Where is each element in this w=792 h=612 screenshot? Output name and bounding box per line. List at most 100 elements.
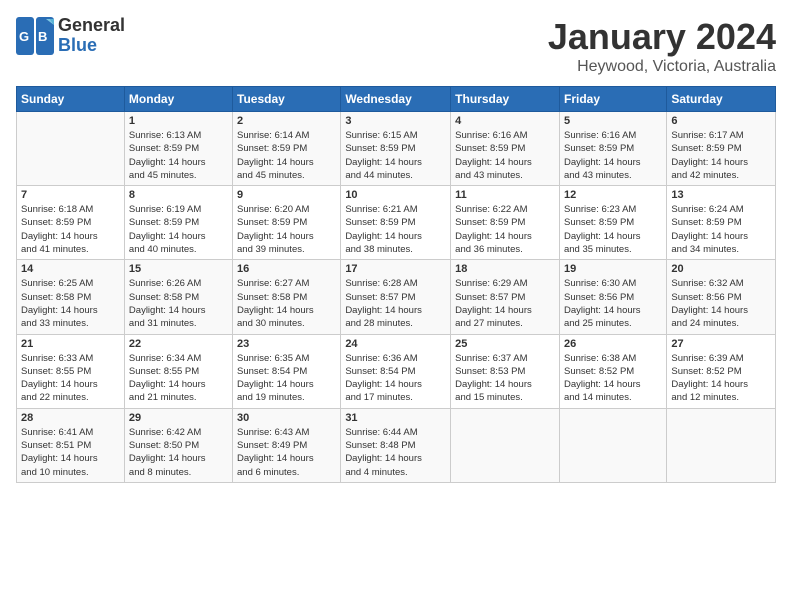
day-number: 22 [129, 338, 228, 350]
table-row: 25 Sunrise: 6:37 AM Sunset: 8:53 PM Dayli… [451, 334, 560, 408]
table-row [559, 408, 666, 482]
table-row: 1 Sunrise: 6:13 AM Sunset: 8:59 PM Daylig… [124, 112, 232, 186]
page-header: G B General Blue January 2024 Heywood, V… [16, 16, 776, 76]
day-info: Sunrise: 6:36 AM Sunset: 8:54 PM Dayligh… [345, 352, 446, 405]
header-thursday: Thursday [451, 87, 560, 112]
table-row: 7 Sunrise: 6:18 AM Sunset: 8:59 PM Daylig… [17, 186, 125, 260]
table-row: 17Sunrise: 6:28 AM Sunset: 8:57 PM Dayli… [341, 260, 451, 334]
calendar-header-row: Sunday Monday Tuesday Wednesday Thursday… [17, 87, 776, 112]
day-number: 15 [129, 263, 228, 275]
table-row: 2 Sunrise: 6:14 AM Sunset: 8:59 PM Daylig… [233, 112, 341, 186]
day-number: 9 [237, 189, 336, 201]
day-number: 1 [129, 115, 228, 127]
table-row: 27Sunrise: 6:39 AM Sunset: 8:52 PM Dayli… [667, 334, 776, 408]
table-row: 19 Sunrise: 6:30 AM Sunset: 8:56 PM Dayli… [559, 260, 666, 334]
day-info: Sunrise: 6:16 AM Sunset: 8:59 PM Dayligh… [564, 129, 662, 182]
day-number: 21 [21, 338, 120, 350]
table-row: 11 Sunrise: 6:22 AM Sunset: 8:59 PM Dayli… [451, 186, 560, 260]
header-friday: Friday [559, 87, 666, 112]
day-number: 8 [129, 189, 228, 201]
table-row: 16Sunrise: 6:27 AM Sunset: 8:58 PM Dayli… [233, 260, 341, 334]
table-row: 14 Sunrise: 6:25 AM Sunset: 8:58 PM Dayli… [17, 260, 125, 334]
day-number: 11 [455, 189, 555, 201]
day-number: 30 [237, 412, 336, 424]
day-info: Sunrise: 6:19 AM Sunset: 8:59 PM Dayligh… [129, 203, 228, 256]
table-row: 22 Sunrise: 6:34 AM Sunset: 8:55 PM Dayli… [124, 334, 232, 408]
day-number: 25 [455, 338, 555, 350]
day-info: Sunrise: 6:21 AM Sunset: 8:59 PM Dayligh… [345, 203, 446, 256]
table-row: 23Sunrise: 6:35 AM Sunset: 8:54 PM Dayli… [233, 334, 341, 408]
day-info: Sunrise: 6:22 AM Sunset: 8:59 PM Dayligh… [455, 203, 555, 256]
calendar-week-row: 28 Sunrise: 6:41 AM Sunset: 8:51 PM Dayli… [17, 408, 776, 482]
table-row: 29 Sunrise: 6:42 AM Sunset: 8:50 PM Dayli… [124, 408, 232, 482]
day-info: Sunrise: 6:35 AM Sunset: 8:54 PM Dayligh… [237, 352, 336, 405]
table-row: 20 Sunrise: 6:32 AM Sunset: 8:56 PM Dayli… [667, 260, 776, 334]
day-info: Sunrise: 6:28 AM Sunset: 8:57 PM Dayligh… [345, 277, 446, 330]
table-row: 31Sunrise: 6:44 AM Sunset: 8:48 PM Dayli… [341, 408, 451, 482]
table-row: 8 Sunrise: 6:19 AM Sunset: 8:59 PM Daylig… [124, 186, 232, 260]
day-number: 31 [345, 412, 446, 424]
day-number: 20 [671, 263, 771, 275]
day-info: Sunrise: 6:34 AM Sunset: 8:55 PM Dayligh… [129, 352, 228, 405]
day-number: 28 [21, 412, 120, 424]
svg-text:G: G [19, 29, 29, 44]
day-info: Sunrise: 6:38 AM Sunset: 8:52 PM Dayligh… [564, 352, 662, 405]
day-number: 14 [21, 263, 120, 275]
day-number: 5 [564, 115, 662, 127]
svg-text:B: B [38, 29, 47, 44]
day-info: Sunrise: 6:30 AM Sunset: 8:56 PM Dayligh… [564, 277, 662, 330]
table-row: 3 Sunrise: 6:15 AM Sunset: 8:59 PM Daylig… [341, 112, 451, 186]
table-row: 13Sunrise: 6:24 AM Sunset: 8:59 PM Dayli… [667, 186, 776, 260]
logo-line2: Blue [58, 36, 125, 56]
day-info: Sunrise: 6:13 AM Sunset: 8:59 PM Dayligh… [129, 129, 228, 182]
day-info: Sunrise: 6:43 AM Sunset: 8:49 PM Dayligh… [237, 426, 336, 479]
table-row [451, 408, 560, 482]
day-info: Sunrise: 6:14 AM Sunset: 8:59 PM Dayligh… [237, 129, 336, 182]
day-number: 6 [671, 115, 771, 127]
title-block: January 2024 Heywood, Victoria, Australi… [548, 16, 776, 76]
day-info: Sunrise: 6:15 AM Sunset: 8:59 PM Dayligh… [345, 129, 446, 182]
table-row: 21 Sunrise: 6:33 AM Sunset: 8:55 PM Dayli… [17, 334, 125, 408]
table-row: 18 Sunrise: 6:29 AM Sunset: 8:57 PM Dayli… [451, 260, 560, 334]
table-row: 28 Sunrise: 6:41 AM Sunset: 8:51 PM Dayli… [17, 408, 125, 482]
day-info: Sunrise: 6:16 AM Sunset: 8:59 PM Dayligh… [455, 129, 555, 182]
day-info: Sunrise: 6:26 AM Sunset: 8:58 PM Dayligh… [129, 277, 228, 330]
table-row [667, 408, 776, 482]
day-info: Sunrise: 6:41 AM Sunset: 8:51 PM Dayligh… [21, 426, 120, 479]
calendar-week-row: 21 Sunrise: 6:33 AM Sunset: 8:55 PM Dayli… [17, 334, 776, 408]
table-row: 30 Sunrise: 6:43 AM Sunset: 8:49 PM Dayli… [233, 408, 341, 482]
page-title: January 2024 [548, 16, 776, 58]
table-row: 15 Sunrise: 6:26 AM Sunset: 8:58 PM Dayli… [124, 260, 232, 334]
day-info: Sunrise: 6:39 AM Sunset: 8:52 PM Dayligh… [671, 352, 771, 405]
day-number: 2 [237, 115, 336, 127]
calendar-week-row: 14 Sunrise: 6:25 AM Sunset: 8:58 PM Dayli… [17, 260, 776, 334]
day-info: Sunrise: 6:29 AM Sunset: 8:57 PM Dayligh… [455, 277, 555, 330]
calendar-table: Sunday Monday Tuesday Wednesday Thursday… [16, 86, 776, 483]
day-info: Sunrise: 6:25 AM Sunset: 8:58 PM Dayligh… [21, 277, 120, 330]
day-info: Sunrise: 6:42 AM Sunset: 8:50 PM Dayligh… [129, 426, 228, 479]
day-number: 16 [237, 263, 336, 275]
page-subtitle: Heywood, Victoria, Australia [548, 58, 776, 76]
header-saturday: Saturday [667, 87, 776, 112]
day-info: Sunrise: 6:18 AM Sunset: 8:59 PM Dayligh… [21, 203, 120, 256]
day-number: 18 [455, 263, 555, 275]
day-number: 13 [671, 189, 771, 201]
day-number: 12 [564, 189, 662, 201]
day-info: Sunrise: 6:17 AM Sunset: 8:59 PM Dayligh… [671, 129, 771, 182]
day-number: 3 [345, 115, 446, 127]
day-number: 24 [345, 338, 446, 350]
calendar-week-row: 1 Sunrise: 6:13 AM Sunset: 8:59 PM Daylig… [17, 112, 776, 186]
header-monday: Monday [124, 87, 232, 112]
calendar-week-row: 7 Sunrise: 6:18 AM Sunset: 8:59 PM Daylig… [17, 186, 776, 260]
table-row: 12Sunrise: 6:23 AM Sunset: 8:59 PM Dayli… [559, 186, 666, 260]
day-number: 19 [564, 263, 662, 275]
table-row [17, 112, 125, 186]
day-number: 10 [345, 189, 446, 201]
table-row: 24 Sunrise: 6:36 AM Sunset: 8:54 PM Dayli… [341, 334, 451, 408]
day-info: Sunrise: 6:33 AM Sunset: 8:55 PM Dayligh… [21, 352, 120, 405]
day-info: Sunrise: 6:32 AM Sunset: 8:56 PM Dayligh… [671, 277, 771, 330]
day-info: Sunrise: 6:37 AM Sunset: 8:53 PM Dayligh… [455, 352, 555, 405]
day-number: 29 [129, 412, 228, 424]
day-number: 7 [21, 189, 120, 201]
logo: G B General Blue [16, 16, 125, 56]
